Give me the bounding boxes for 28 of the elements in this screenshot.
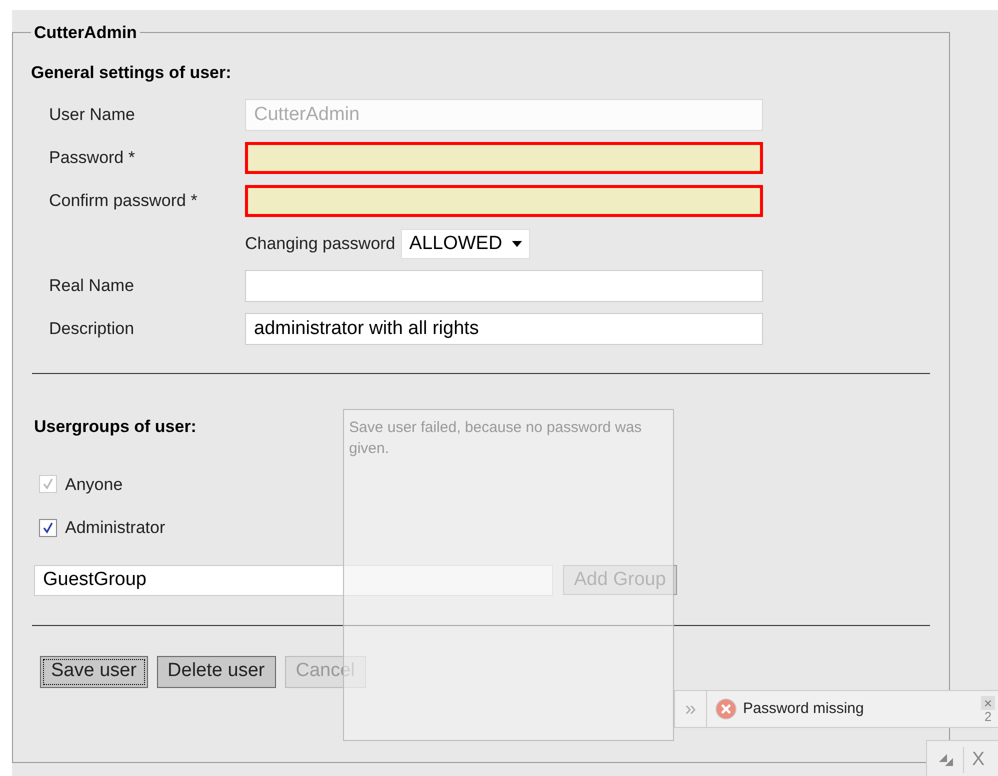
notification-count: 2	[984, 710, 992, 722]
resize-icon[interactable]	[939, 754, 953, 766]
checkmark-icon	[42, 478, 54, 490]
caret-icon	[512, 241, 522, 247]
tooltip-text: Save user failed, because no password was given.	[349, 418, 643, 459]
field-label: User Name	[48, 104, 136, 126]
field-label: Changing password	[245, 233, 396, 256]
group-input-field[interactable]: GuestGroup	[34, 564, 553, 596]
form-button[interactable]: Save user	[40, 656, 148, 688]
form-button[interactable]: Delete user	[156, 656, 276, 688]
checkbox-label: Anyone	[65, 474, 123, 496]
field-label: Description	[48, 318, 136, 340]
section-heading: General settings of user:	[31, 62, 232, 84]
input-field[interactable]	[245, 270, 763, 302]
fieldset-legend: CutterAdmin	[31, 20, 140, 46]
select-field[interactable]: ALLOWED	[401, 229, 530, 259]
checkmark-icon	[42, 522, 54, 534]
checkbox[interactable]	[39, 518, 57, 537]
field-label: Confirm password *	[48, 190, 198, 212]
field-label: Password *	[48, 147, 136, 170]
input-field[interactable]	[245, 142, 763, 174]
section-heading: Usergroups of user:	[34, 416, 196, 438]
checkbox-label: Administrator	[65, 517, 166, 539]
field-label: Real Name	[48, 275, 136, 298]
input-field[interactable]	[245, 185, 763, 217]
error-icon	[715, 698, 737, 720]
notification-message: Password missing	[743, 698, 864, 719]
input-field[interactable]: administrator with all rights	[245, 313, 763, 345]
